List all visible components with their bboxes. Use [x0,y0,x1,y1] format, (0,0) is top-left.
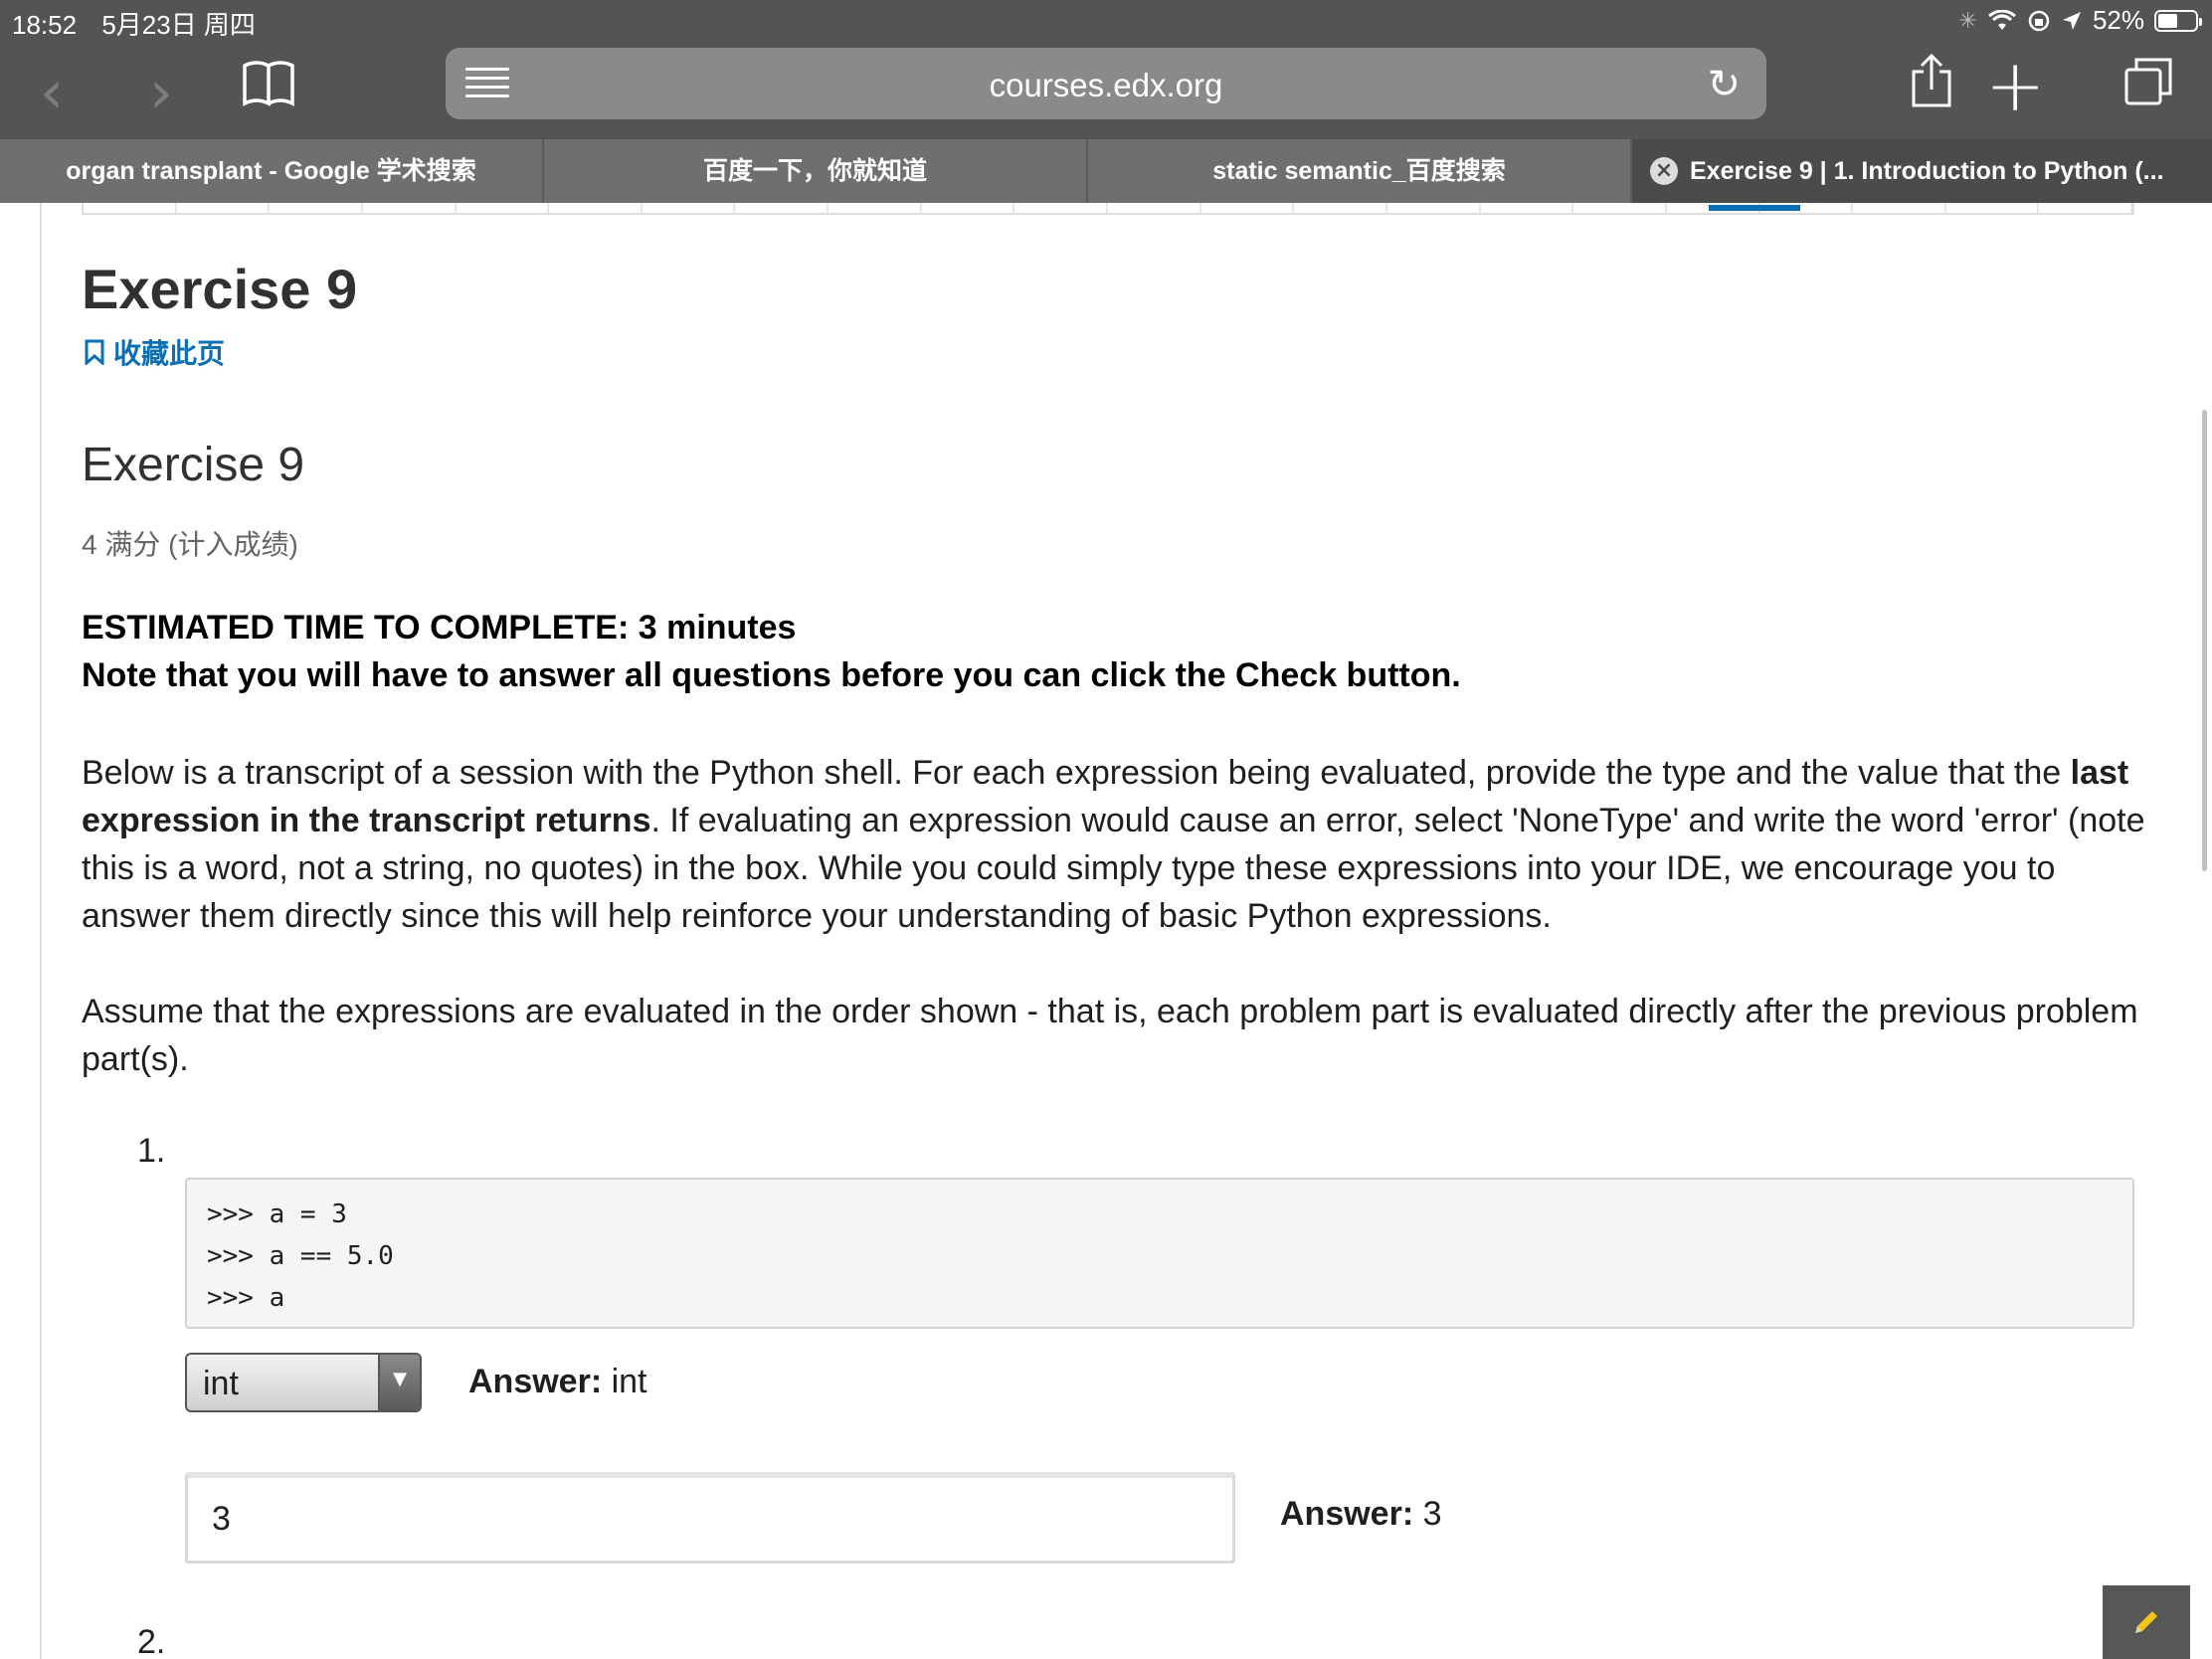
sequence-tab[interactable] [1853,203,1946,213]
sequence-navigation [82,203,2134,215]
wifi-icon [1988,9,2016,30]
sequence-tab[interactable] [457,203,550,213]
sequence-tab[interactable] [2039,203,2133,213]
sequence-tab[interactable] [1201,203,1295,213]
intro-text: Below is a transcript of a session with … [82,754,2071,792]
browser-toolbar: ‹ › courses.edx.org ↻ + [0,40,2212,139]
problem-assumption: Assume that the expressions are evaluate… [82,993,2138,1078]
value-answer-value: 3 [1422,1495,1442,1533]
sequence-tab[interactable] [1573,203,1667,213]
check-note: Note that you will have to answer all qu… [82,656,1461,694]
activity-icon: ✳ [1958,7,1977,33]
tab-baidu[interactable]: 百度一下，你就知道 [544,139,1088,203]
status-bar: 18:52 5月23日 周四 ✳ 52% [0,0,2212,40]
problem-title: Exercise 9 [82,439,305,491]
type-select[interactable]: int ▼ [185,1353,422,1412]
browser-chrome: 18:52 5月23日 周四 ✳ 52% ‹ › courses.edx.org… [0,0,2212,141]
sequence-tab[interactable] [177,203,271,213]
sequence-tab[interactable] [922,203,1015,213]
sequence-tab[interactable] [549,203,643,213]
tab-baidu-search[interactable]: static semantic_百度搜索 [1088,139,1632,203]
scrollbar[interactable] [2202,410,2207,871]
estimated-time: ESTIMATED TIME TO COMPLETE: 3 minutes [82,609,797,646]
sequence-tab[interactable] [84,203,177,213]
sequence-active-indicator [1709,205,1800,211]
sequence-tab[interactable] [735,203,830,213]
tab-bar: organ transplant - Google 学术搜索 百度一下，你就知道… [0,139,2212,203]
forward-icon[interactable]: › [149,58,173,127]
sequence-tab[interactable] [1014,203,1109,213]
bookmark-label: 收藏此页 [113,338,226,369]
sequence-tab[interactable] [1108,203,1201,213]
sequence-tab[interactable] [1946,203,2040,213]
battery-percent: 52% [2092,5,2144,35]
page-title: Exercise 9 [82,258,358,320]
dropdown-arrow-icon[interactable]: ▼ [378,1355,420,1410]
code-transcript: >>> a = 3 >>> a == 5.0 >>> a [185,1178,2134,1329]
sequence-tab[interactable] [1387,203,1481,213]
share-icon[interactable] [1910,54,1953,107]
status-time: 18:52 [12,10,78,40]
problem-points: 4 满分 (计入成绩) [82,529,298,560]
battery-icon [2154,9,2202,32]
value-input[interactable]: 3 [185,1472,1235,1564]
bookmarks-icon[interactable] [241,60,296,107]
problem-intro: Below is a transcript of a session with … [82,749,2150,940]
status-date: 5月23日 周四 [101,10,256,40]
new-tab-icon[interactable]: + [1985,44,2045,127]
sequence-tab[interactable] [1481,203,1574,213]
url-text: courses.edx.org [989,67,1223,103]
sequence-tab[interactable] [643,203,736,213]
location-icon [2062,11,2081,30]
reload-icon[interactable]: ↻ [1707,62,1741,107]
address-bar[interactable]: courses.edx.org ↻ [446,48,1766,119]
type-answer-value: int [611,1363,647,1400]
bookmark-button[interactable]: 收藏此页 [84,332,225,372]
sequence-tab[interactable] [1294,203,1387,213]
tab-google-scholar[interactable]: organ transplant - Google 学术搜索 [0,139,544,203]
back-icon[interactable]: ‹ [40,58,64,127]
type-select-value: int [203,1365,239,1402]
tab-exercise-9[interactable]: × Exercise 9 | 1. Introduction to Python… [1632,139,2212,203]
value-answer-label: Answer: [1280,1495,1414,1533]
tabs-overview-icon[interactable] [2122,56,2174,107]
type-answer: Answer: int [468,1363,647,1401]
question-number: 1. [137,1132,166,1170]
sequence-tab[interactable] [363,203,457,213]
close-tab-icon[interactable]: × [1650,157,1678,185]
type-answer-label: Answer: [468,1363,603,1400]
bookmark-icon [85,339,104,365]
question-number: 2. [137,1623,166,1659]
tab-exercise-9-label: Exercise 9 | 1. Introduction to Python (… [1690,157,2164,185]
rotation-lock-icon [2028,10,2050,31]
sequence-tab[interactable] [270,203,363,213]
pencil-icon [2135,1611,2157,1633]
sequence-tab[interactable] [829,203,922,213]
value-answer: Answer: 3 [1280,1495,1442,1534]
edit-button[interactable] [2103,1585,2190,1659]
